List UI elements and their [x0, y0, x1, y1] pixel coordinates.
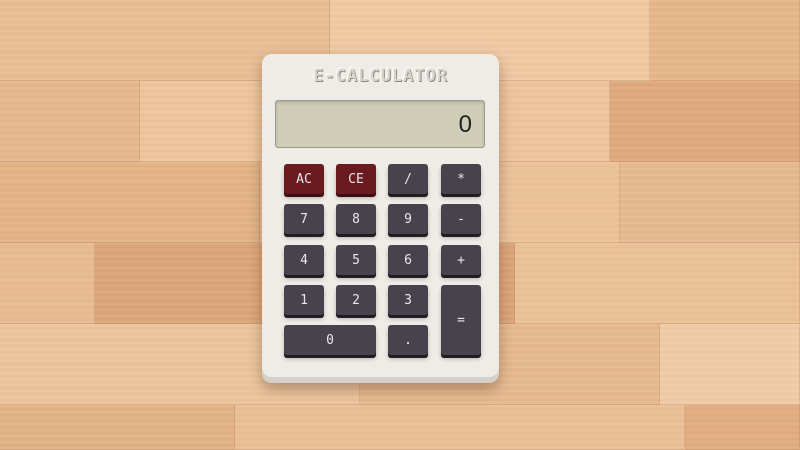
wood-plank	[620, 162, 800, 243]
digit-1-button[interactable]: 1	[284, 285, 324, 315]
equals-button[interactable]: =	[441, 285, 481, 355]
brand-title: E-CALCULATOR	[313, 66, 448, 86]
digit-5-button[interactable]: 5	[336, 245, 376, 275]
calculator-display: 0	[275, 100, 485, 148]
wood-plank	[0, 405, 235, 450]
wood-plank	[515, 243, 800, 324]
digit-2-button[interactable]: 2	[336, 285, 376, 315]
calculator: E-CALCULATOR 0 AC CE / * 7 8 9 - 4 5 6 +…	[262, 54, 499, 383]
wood-plank	[610, 81, 800, 162]
digit-8-button[interactable]: 8	[336, 204, 376, 234]
digit-9-button[interactable]: 9	[388, 204, 428, 234]
digit-7-button[interactable]: 7	[284, 204, 324, 234]
wood-plank	[660, 324, 800, 405]
digit-4-button[interactable]: 4	[284, 245, 324, 275]
clear-entry-button[interactable]: CE	[336, 164, 376, 194]
digit-0-button[interactable]: 0	[284, 325, 376, 355]
wood-plank	[0, 81, 140, 162]
wood-plank	[685, 405, 800, 450]
plus-button[interactable]: +	[441, 245, 481, 275]
divide-button[interactable]: /	[388, 164, 428, 194]
multiply-button[interactable]: *	[441, 164, 481, 194]
digit-3-button[interactable]: 3	[388, 285, 428, 315]
digit-6-button[interactable]: 6	[388, 245, 428, 275]
wood-plank	[0, 162, 260, 243]
wood-plank	[235, 405, 685, 450]
wood-plank	[650, 0, 800, 81]
all-clear-button[interactable]: AC	[284, 164, 324, 194]
decimal-button[interactable]: .	[388, 325, 428, 355]
display-value: 0	[458, 111, 472, 138]
wood-plank	[0, 243, 95, 324]
minus-button[interactable]: -	[441, 204, 481, 234]
